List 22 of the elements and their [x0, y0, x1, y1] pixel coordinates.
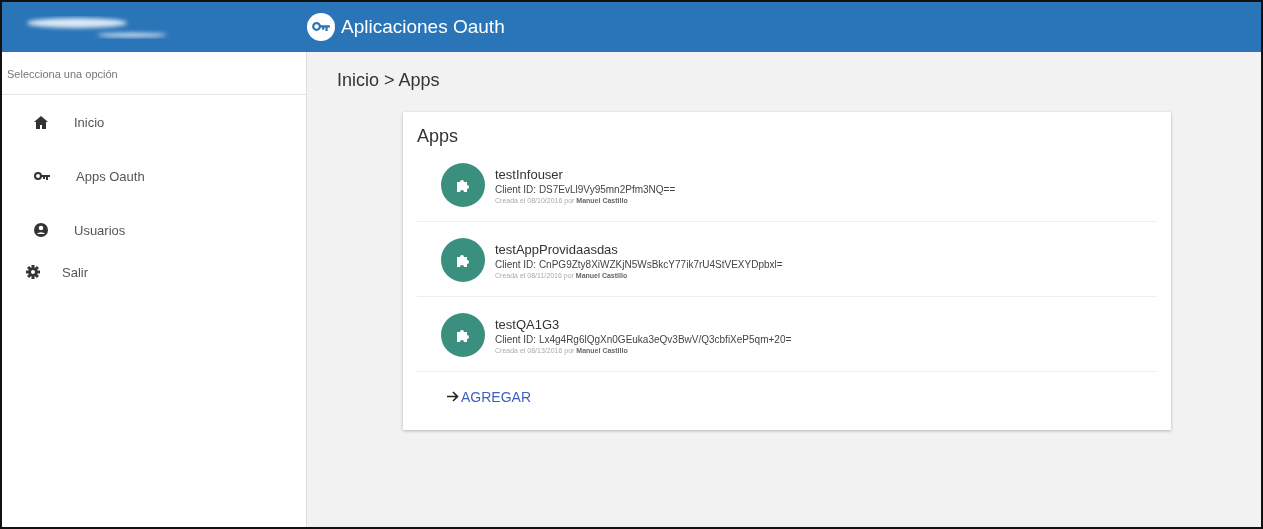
client-id: Client ID: Lx4g4Rg6lQgXn0GEuka3eQv3BwV/Q3cbfiXeP5qm+20= [495, 333, 792, 345]
breadcrumb: Inicio > Apps [337, 70, 440, 91]
sidebar-item[interactable]: Apps Oauth [2, 149, 306, 203]
client-id: Client ID: CnPG9Zty8XiWZKjN5WsBkcY77ik7rU4StVEXYDpbxl= [495, 258, 783, 270]
arrow-icon [447, 391, 459, 402]
sidebar-heading: Selecciona una opción [2, 52, 306, 95]
app-name[interactable]: testInfouser [495, 166, 563, 182]
key-icon [34, 171, 50, 181]
sidebar-item[interactable]: Inicio [2, 95, 306, 149]
key-logo-icon [307, 13, 335, 41]
app-name[interactable]: testQA1G3 [495, 316, 560, 332]
add-link[interactable]: AGREGAR [447, 388, 531, 405]
settings-icon [26, 265, 40, 279]
home-icon [34, 115, 48, 129]
user-icon [34, 223, 48, 237]
puzzle-avatar-icon [441, 163, 485, 207]
card-title: Apps [417, 126, 459, 147]
puzzle-avatar-icon [441, 238, 485, 282]
app-name[interactable]: testAppProvidaasdas [495, 241, 618, 257]
app-title: Aplicaciones Oauth [341, 16, 505, 38]
puzzle-avatar-icon [441, 313, 485, 357]
client-id: Client ID: DS7EvLl9Vy95mn2Pfm3NQ== [495, 183, 676, 195]
